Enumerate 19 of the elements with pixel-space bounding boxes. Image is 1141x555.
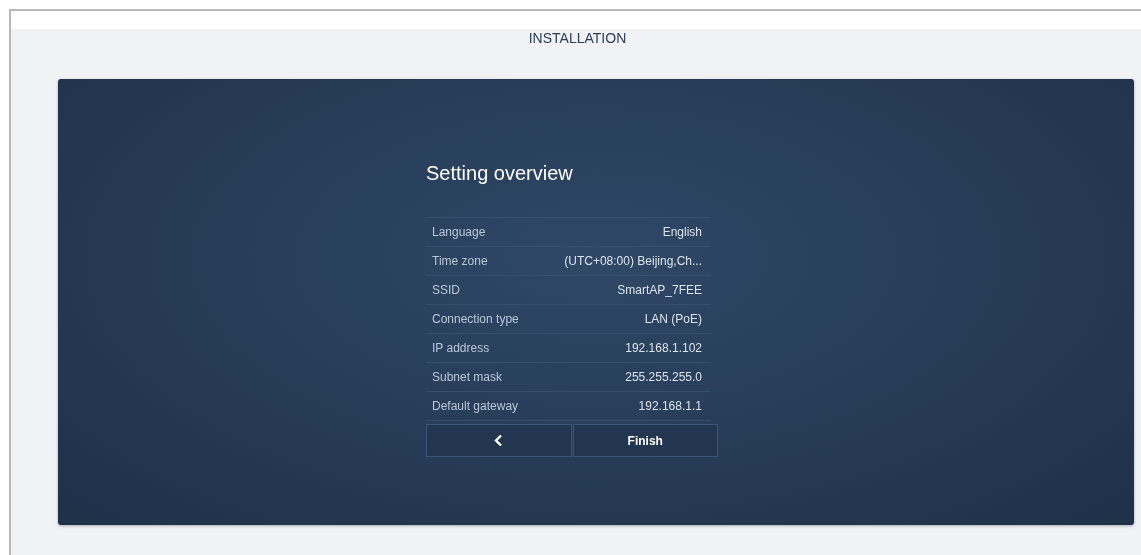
setting-label: SSID xyxy=(432,283,460,297)
setting-label: Language xyxy=(432,225,486,239)
overview-title: Setting overview xyxy=(426,162,574,185)
setting-label: Time zone xyxy=(432,254,488,268)
back-button[interactable] xyxy=(426,424,572,457)
setting-value: LAN (PoE) xyxy=(644,312,702,326)
page-title: INSTALLATION xyxy=(527,29,628,48)
setting-value: (UTC+08:00) Beijing,Ch... xyxy=(564,254,702,268)
finish-button[interactable]: Finish xyxy=(572,424,718,457)
setting-label: Connection type xyxy=(432,312,519,326)
setting-value: SmartAP_7FEE xyxy=(617,283,702,297)
setting-value: 192.168.1.1 xyxy=(638,399,702,413)
setting-label: Subnet mask xyxy=(432,370,503,384)
setting-value: 255.255.255.0 xyxy=(625,370,702,384)
setting-label: Default gateway xyxy=(432,399,519,413)
setting-label: IP address xyxy=(432,341,490,355)
setting-value: 192.168.1.102 xyxy=(625,341,702,355)
setting-value: English xyxy=(662,225,702,239)
chevron-left-icon xyxy=(494,434,504,447)
